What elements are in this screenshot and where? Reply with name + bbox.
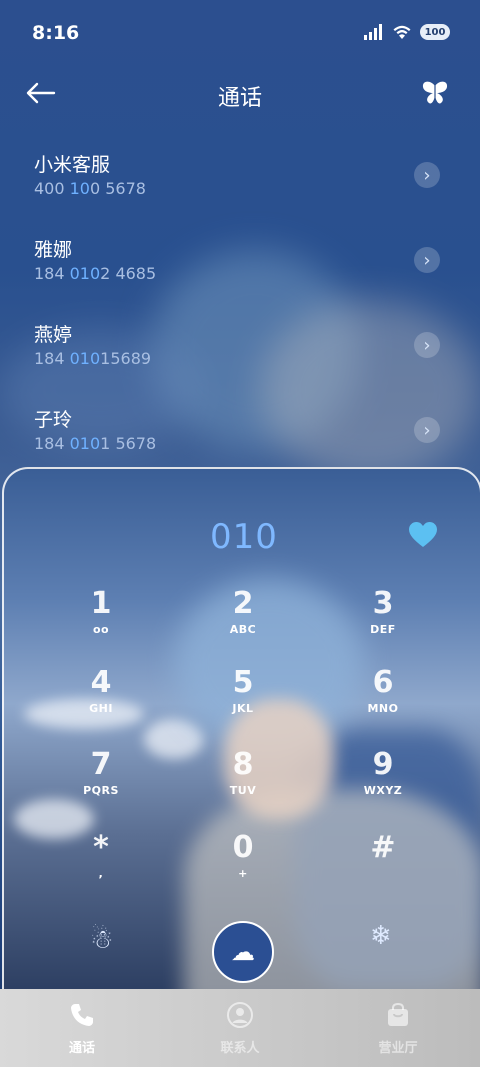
- background-cloud: [144, 719, 204, 759]
- dial-key-0[interactable]: 0 +: [198, 831, 288, 895]
- contact-number: 184 0101 5678: [34, 434, 157, 453]
- phone-icon: [71, 1004, 93, 1026]
- tab-calls[interactable]: 通话: [27, 1001, 137, 1056]
- contact-name: 子玲: [34, 409, 73, 431]
- contact-number: 400 100 5678: [34, 179, 146, 198]
- butterfly-icon[interactable]: [420, 78, 450, 108]
- tab-contacts[interactable]: 联系人: [185, 1001, 295, 1056]
- contact-row[interactable]: 燕婷 184 01015689 ›: [0, 320, 480, 405]
- battery-icon: 100: [420, 24, 450, 40]
- call-button[interactable]: ☁: [212, 921, 274, 983]
- dial-key-1[interactable]: 1 oo: [56, 587, 146, 651]
- voicemail-icon: oo: [92, 623, 110, 636]
- tab-service-hall[interactable]: 营业厅: [343, 1001, 453, 1056]
- contact-number: 184 0102 4685: [34, 264, 157, 283]
- dial-key-9[interactable]: 9 WXYZ: [338, 748, 428, 812]
- contact-row[interactable]: 雅娜 184 0102 4685 ›: [0, 235, 480, 320]
- dialpad-panel: 010 1 oo 2 ABC 3 DEF 4 GHI 5 JKL 6 MNO 7…: [2, 467, 480, 991]
- snowman-icon[interactable]: ☃: [90, 925, 113, 955]
- contact-name: 燕婷: [34, 324, 73, 346]
- dial-key-star[interactable]: * ,: [56, 831, 146, 895]
- signal-icon: [364, 24, 384, 40]
- dial-key-7[interactable]: 7 PQRS: [56, 748, 146, 812]
- snowflake-icon[interactable]: ❄: [370, 921, 392, 951]
- chevron-right-icon[interactable]: ›: [414, 247, 440, 273]
- dial-key-3[interactable]: 3 DEF: [338, 587, 428, 651]
- wifi-icon: [393, 25, 411, 39]
- contact-suggestion-list: 小米客服 400 100 5678 › 雅娜 184 0102 4685 › 燕…: [0, 150, 480, 490]
- dial-key-4[interactable]: 4 GHI: [56, 666, 146, 730]
- heart-icon[interactable]: [408, 521, 438, 549]
- app-bar: 通话: [0, 70, 480, 120]
- contact-number: 184 01015689: [34, 349, 152, 368]
- person-icon: [227, 1002, 253, 1028]
- contact-name: 小米客服: [34, 154, 111, 176]
- dial-key-hash[interactable]: #: [338, 831, 428, 895]
- status-time: 8:16: [32, 22, 80, 44]
- dial-key-5[interactable]: 5 JKL: [198, 666, 288, 730]
- bottom-tab-bar: 通话 联系人 营业厅: [0, 989, 480, 1067]
- status-bar: 8:16 100: [0, 0, 480, 70]
- page-title: 通话: [217, 86, 262, 111]
- dial-key-8[interactable]: 8 TUV: [198, 748, 288, 812]
- chevron-right-icon[interactable]: ›: [414, 332, 440, 358]
- contact-row[interactable]: 小米客服 400 100 5678 ›: [0, 150, 480, 235]
- dial-key-2[interactable]: 2 ABC: [198, 587, 288, 651]
- cloud-rain-icon: ☁: [231, 938, 255, 966]
- dial-key-6[interactable]: 6 MNO: [338, 666, 428, 730]
- contact-name: 雅娜: [34, 239, 73, 261]
- status-icons: 100: [364, 24, 450, 40]
- chevron-right-icon[interactable]: ›: [414, 162, 440, 188]
- bag-icon: [388, 1002, 408, 1026]
- chevron-right-icon[interactable]: ›: [414, 417, 440, 443]
